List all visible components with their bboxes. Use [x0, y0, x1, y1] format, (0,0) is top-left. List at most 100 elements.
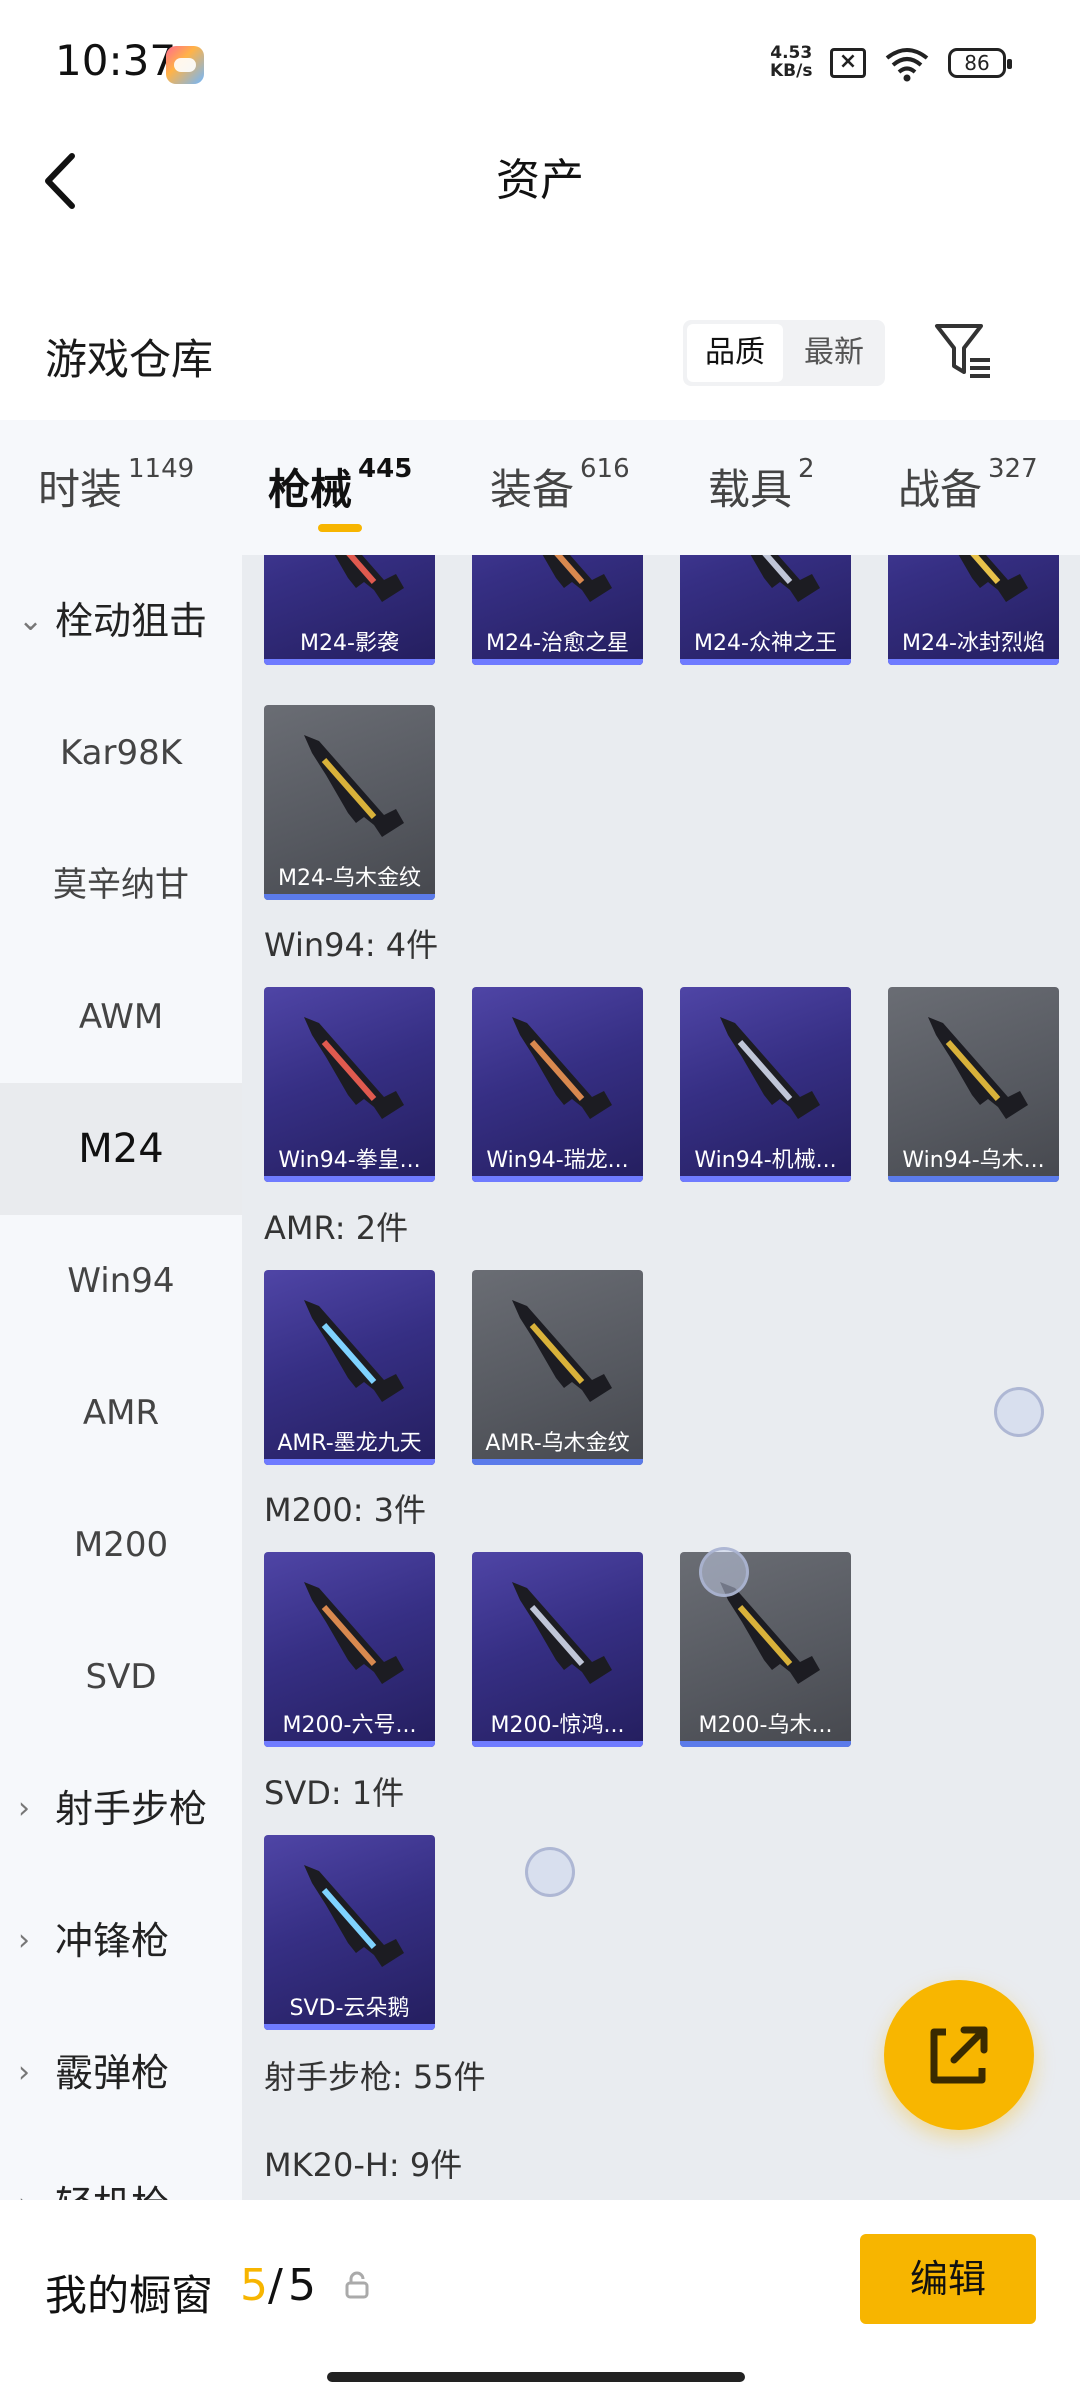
- card-quality-bar: [888, 1176, 1059, 1182]
- weapon-image: [512, 1300, 612, 1402]
- weapon-image: [512, 1017, 612, 1119]
- weapon-image: [928, 1017, 1028, 1119]
- section-header-dmr: 射手步枪: 55件: [264, 2058, 486, 2096]
- weapon-card[interactable]: Win94-瑞龙...: [472, 987, 643, 1182]
- tab-count: 327: [988, 454, 1038, 484]
- sidebar-item-awm[interactable]: AWM: [0, 951, 242, 1083]
- weapon-silhouette: [304, 735, 404, 837]
- section-header-mk20h: MK20-H: 9件: [264, 2146, 463, 2184]
- card-quality-bar: [680, 1176, 851, 1182]
- weapon-silhouette: [720, 1017, 820, 1119]
- share-fab-button[interactable]: [884, 1980, 1034, 2130]
- tab-equipment[interactable]: 装备 616: [490, 454, 630, 517]
- sidebar-item-svd[interactable]: SVD: [0, 1611, 242, 1743]
- showcase-bar: 我的橱窗 5 / 5 编辑: [0, 2200, 1080, 2400]
- share-external-icon: [930, 2026, 988, 2084]
- edit-button[interactable]: 编辑: [860, 2234, 1036, 2324]
- tab-guns[interactable]: 枪械 445: [268, 454, 413, 517]
- category-tabs: 时装 1149 枪械 445 装备 616 载具 2 战备 327: [0, 420, 1080, 555]
- weapon-grid: M24-影袭 M24-治愈之星 M24-众神之王 M24-冰封烈焰 M24-乌木…: [242, 555, 1080, 2200]
- section-header-m200: M200: 3件: [264, 1491, 427, 1529]
- weapon-image: [334, 555, 404, 602]
- weapon-silhouette: [304, 1300, 404, 1402]
- weapon-card[interactable]: M24-乌木金纹: [264, 705, 435, 900]
- weapon-silhouette: [512, 1017, 612, 1119]
- weapon-name: M200-惊鸿...: [490, 1713, 625, 1738]
- weapon-silhouette: [928, 1017, 1028, 1119]
- weapon-category-sidebar: ⌄ 栓动狙击 Kar98K 莫辛纳甘 AWM M24 Win94 AMR M200…: [0, 555, 242, 2200]
- weapon-silhouette: [304, 1582, 404, 1684]
- showcase-separator: /: [268, 2260, 283, 2311]
- weapon-card[interactable]: M200-惊鸿...: [472, 1552, 643, 1747]
- tab-count: 445: [358, 454, 413, 484]
- sort-toggle: 品质 最新: [683, 320, 885, 386]
- sidebar-item-m24[interactable]: M24: [0, 1083, 242, 1215]
- weapon-card[interactable]: M24-影袭: [264, 555, 435, 665]
- card-quality-bar: [264, 2024, 435, 2030]
- sidebar-label: 轻机枪: [55, 2183, 169, 2200]
- weapon-name: M24-众神之王: [694, 631, 837, 656]
- weapon-card[interactable]: M24-冰封烈焰: [888, 555, 1059, 665]
- weapon-image: [512, 1582, 612, 1684]
- lock-icon: [345, 2271, 369, 2299]
- home-indicator[interactable]: [327, 2372, 745, 2382]
- weapon-image: [304, 1300, 404, 1402]
- weapon-card[interactable]: M24-治愈之星: [472, 555, 643, 665]
- sidebar-item-mosin[interactable]: 莫辛纳甘: [0, 819, 242, 951]
- tab-vehicles[interactable]: 载具 2: [708, 454, 815, 517]
- chevron-right-icon: ›: [18, 1791, 30, 1826]
- weapon-card[interactable]: Win94-机械...: [680, 987, 851, 1182]
- tab-label: 时装: [38, 465, 123, 514]
- showcase-label: 我的橱窗: [45, 2271, 214, 2320]
- weapon-name: M24-影袭: [300, 631, 399, 656]
- weapon-name: Win94-机械...: [694, 1148, 837, 1173]
- sidebar-label: 霰弹枪: [55, 2051, 170, 2095]
- tab-fashion[interactable]: 时装 1149: [38, 454, 194, 517]
- weapon-name: AMR-乌木金纹: [485, 1431, 630, 1456]
- sidebar-label: 栓动狙击: [55, 599, 208, 643]
- card-quality-bar: [472, 659, 643, 665]
- sort-quality-button[interactable]: 品质: [687, 324, 783, 382]
- weapon-name: M24-乌木金纹: [278, 866, 421, 891]
- card-quality-bar: [888, 659, 1059, 665]
- weapon-card[interactable]: AMR-墨龙九天: [264, 1270, 435, 1465]
- weapon-card[interactable]: Win94-拳皇...: [264, 987, 435, 1182]
- weapon-card[interactable]: M24-众神之王: [680, 555, 851, 665]
- section-header-svd: SVD: 1件: [264, 1774, 405, 1812]
- section-header-amr: AMR: 2件: [264, 1209, 409, 1247]
- sidebar-item-kar98k[interactable]: Kar98K: [0, 687, 242, 819]
- sidebar-group-smg[interactable]: › 冲锋枪: [0, 1875, 242, 2007]
- sidebar-group-bolt-sniper[interactable]: ⌄ 栓动狙击: [0, 555, 242, 687]
- card-quality-bar: [264, 1176, 435, 1182]
- weapon-card[interactable]: AMR-乌木金纹: [472, 1270, 643, 1465]
- sim-off-icon: ×: [830, 48, 866, 78]
- weapon-name: M24-治愈之星: [486, 631, 629, 656]
- filter-icon[interactable]: [934, 320, 992, 382]
- weapon-image: [542, 555, 612, 602]
- tab-label: 战备: [898, 465, 983, 514]
- card-quality-bar: [264, 1741, 435, 1747]
- sidebar-item-m200[interactable]: M200: [0, 1479, 242, 1611]
- sidebar-group-lmg[interactable]: › 轻机枪: [0, 2139, 242, 2200]
- net-speed-unit: KB/s: [770, 61, 813, 81]
- weapon-card[interactable]: Win94-乌木...: [888, 987, 1059, 1182]
- battery-icon: 86: [948, 48, 1012, 78]
- touch-indicator: [525, 1847, 575, 1897]
- tab-label: 枪械: [268, 465, 353, 514]
- weapon-name: M24-冰封烈焰: [902, 631, 1045, 656]
- weapon-image: [958, 555, 1028, 602]
- sidebar-group-shotgun[interactable]: › 霰弹枪: [0, 2007, 242, 2139]
- weapon-image: [750, 555, 820, 602]
- sidebar-group-dmr[interactable]: › 射手步枪: [0, 1743, 242, 1875]
- sidebar-item-win94[interactable]: Win94: [0, 1215, 242, 1347]
- sort-newest-button[interactable]: 最新: [787, 324, 881, 382]
- tab-count: 2: [798, 454, 815, 484]
- weapon-card[interactable]: M200-六号...: [264, 1552, 435, 1747]
- sidebar-item-amr[interactable]: AMR: [0, 1347, 242, 1479]
- showcase-count: 5: [240, 2260, 268, 2311]
- weapon-card[interactable]: SVD-云朵鹅: [264, 1835, 435, 2030]
- tab-supplies[interactable]: 战备 327: [898, 454, 1038, 517]
- card-quality-bar: [472, 1459, 643, 1465]
- card-quality-bar: [264, 894, 435, 900]
- weapon-name: SVD-云朵鹅: [289, 1996, 410, 2021]
